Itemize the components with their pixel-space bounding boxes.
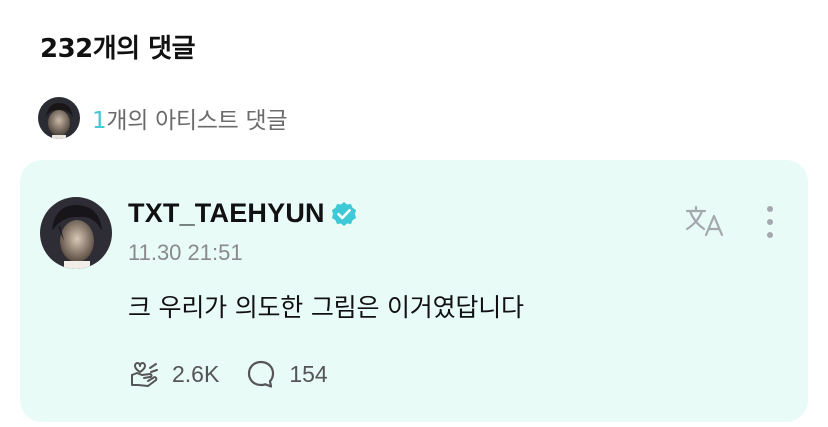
artist-mini-avatar (38, 97, 80, 139)
artist-comments-text: 개의 아티스트 댓글 (106, 108, 288, 134)
comment-actions: 2.6K 154 (128, 358, 354, 390)
comment-timestamp: 11.30 21:51 (128, 240, 243, 265)
artist-comments-count: 1 (92, 108, 107, 134)
heart-hand-icon (131, 362, 158, 387)
user-avatar[interactable] (40, 197, 112, 269)
translate-icon (685, 205, 724, 237)
more-options-button[interactable] (760, 204, 780, 240)
username-row: TXT_TAEHYUN (128, 198, 357, 229)
translate-button[interactable] (684, 204, 726, 238)
reply-button[interactable]: 154 (245, 358, 328, 390)
comment-text: 크 우리가 의도한 그림은 이거였답니다 (128, 293, 524, 322)
username[interactable]: TXT_TAEHYUN (128, 198, 325, 229)
page-title: 232개의 댓글 (40, 34, 196, 64)
speech-bubble-icon (248, 360, 275, 388)
reply-count: 154 (289, 360, 328, 387)
verified-badge-icon (331, 201, 357, 227)
comment-card: TXT_TAEHYUN 11.30 21:51 크 우리가 의도한 그림은 이거… (20, 160, 808, 422)
like-button[interactable]: 2.6K (128, 358, 219, 390)
artist-comments-label: 1개의 아티스트 댓글 (92, 101, 288, 135)
artist-comments-row[interactable]: 1개의 아티스트 댓글 (38, 96, 288, 140)
like-count: 2.6K (172, 360, 220, 387)
more-vertical-icon (767, 206, 773, 238)
